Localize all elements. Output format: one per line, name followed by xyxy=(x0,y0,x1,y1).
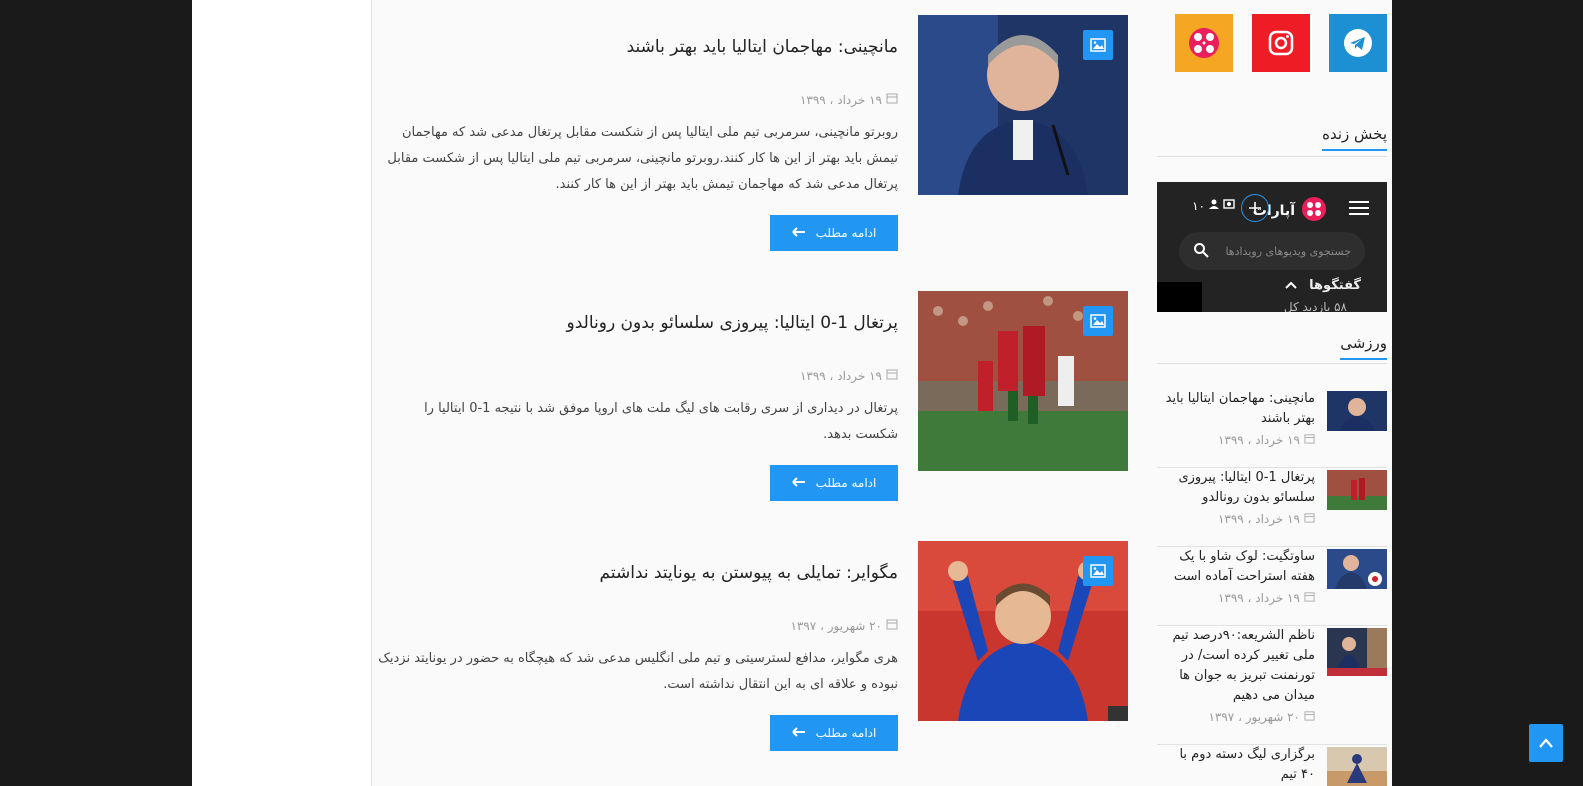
live-widget-title: پخش زنده xyxy=(1322,125,1387,151)
arrow-left-icon xyxy=(791,226,806,240)
list-item[interactable]: برگزاری لیگ دسته دوم با ۴۰ تیم xyxy=(1157,745,1387,786)
post-card: پرتغال 1-0 ایتالیا: پیروزی سلسائو بدون ر… xyxy=(378,291,1128,541)
arrow-left-icon xyxy=(791,726,806,740)
item-thumbnail xyxy=(1327,628,1387,676)
divider xyxy=(1157,156,1387,157)
list-item[interactable]: مانچینی: مهاجمان ایتالیا باید بهتر باشند… xyxy=(1157,389,1387,468)
post-excerpt: هری مگوایر، مدافع لسترسیتی و تیم ملی انگ… xyxy=(378,651,898,692)
instagram-icon xyxy=(1268,30,1294,56)
calendar-icon xyxy=(886,618,898,633)
post-title[interactable]: پرتغال 1-0 ایتالیا: پیروزی سلسائو بدون ر… xyxy=(378,313,898,333)
aparat-logo-icon xyxy=(1301,196,1327,226)
post-title[interactable]: مگوایر: تمایلی به پیوستن به یونایتد نداش… xyxy=(378,563,898,583)
read-more-button[interactable]: ادامه مطلب xyxy=(770,215,898,251)
item-thumbnail xyxy=(1327,470,1387,510)
menu-icon[interactable] xyxy=(1349,200,1369,220)
instagram-link[interactable] xyxy=(1252,14,1310,72)
post-title[interactable]: مانچینی: مهاجمان ایتالیا باید بهتر باشند xyxy=(378,37,898,57)
item-title[interactable]: پرتغال 1-0 ایتالیا: پیروزی سلسائو بدون ر… xyxy=(1165,468,1315,508)
item-title[interactable]: برگزاری لیگ دسته دوم با ۴۰ تیم xyxy=(1165,745,1315,785)
live-search-input[interactable]: جستجوی ویدیوهای رویدادها xyxy=(1179,232,1365,270)
item-date: ۱۹ خرداد ، ۱۳۹۹ xyxy=(1218,591,1315,605)
aparat-icon xyxy=(1189,28,1219,58)
read-more-button[interactable]: ادامه مطلب xyxy=(770,465,898,501)
views-count: ۵۸ بازدید کل xyxy=(1283,300,1347,312)
item-thumbnail xyxy=(1327,391,1387,431)
item-thumbnail xyxy=(1327,549,1387,589)
page: مانچینی: مهاجمان ایتالیا باید بهتر باشند… xyxy=(192,0,1392,786)
counter-label: ۱۰ xyxy=(1192,198,1205,213)
arrow-left-icon xyxy=(791,476,806,490)
item-date: ۱۹ خرداد ، ۱۳۹۹ xyxy=(1218,433,1315,447)
item-date-text: ۱۹ خرداد ، ۱۳۹۹ xyxy=(1217,591,1300,605)
read-more-button[interactable]: ادامه مطلب xyxy=(770,715,898,751)
add-icon[interactable] xyxy=(1241,194,1269,222)
calendar-icon xyxy=(1304,512,1315,526)
post-date-text: ۱۹ خرداد ، ۱۳۹۹ xyxy=(799,92,882,107)
record-icon xyxy=(1223,198,1235,213)
post-excerpt: روبرتو مانچینی، سرمربی تیم ملی ایتالیا پ… xyxy=(387,125,898,192)
aparat-link[interactable] xyxy=(1175,14,1233,72)
post-date: ۲۰ شهریور ، ۱۳۹۷ xyxy=(790,618,898,633)
item-date: ۱۹ خرداد ، ۱۳۹۹ xyxy=(1218,512,1315,526)
calendar-icon xyxy=(1304,710,1315,724)
gallery-icon xyxy=(1083,30,1113,60)
back-to-top-button[interactable] xyxy=(1529,724,1563,762)
left-column xyxy=(192,0,372,786)
gallery-icon xyxy=(1083,556,1113,586)
post-card: مگوایر: تمایلی به پیوستن به یونایتد نداش… xyxy=(378,541,1128,786)
post-date: ۱۹ خرداد ، ۱۳۹۹ xyxy=(800,92,898,107)
list-item[interactable]: پرتغال 1-0 ایتالیا: پیروزی سلسائو بدون ر… xyxy=(1157,468,1387,547)
item-title[interactable]: مانچینی: مهاجمان ایتالیا باید بهتر باشند xyxy=(1165,389,1315,429)
item-title[interactable]: ساوتگیت: لوک شاو با یک هفته استراحت آماد… xyxy=(1165,547,1315,587)
item-date-text: ۲۰ شهریور ، ۱۳۹۷ xyxy=(1208,710,1300,724)
post-card: مانچینی: مهاجمان ایتالیا باید بهتر باشند… xyxy=(378,15,1128,265)
post-date: ۱۹ خرداد ، ۱۳۹۹ xyxy=(800,368,898,383)
calendar-icon xyxy=(1304,591,1315,605)
chevron-up-icon xyxy=(1285,278,1297,293)
gallery-icon xyxy=(1083,306,1113,336)
live-search-placeholder: جستجوی ویدیوهای رویدادها xyxy=(1225,244,1351,258)
calendar-icon xyxy=(886,92,898,107)
item-title[interactable]: ناظم الشریعه:۹۰درصد تیم ملی تغییر کرده ا… xyxy=(1165,626,1315,706)
read-more-label: ادامه مطلب xyxy=(815,726,877,740)
calendar-icon xyxy=(886,368,898,383)
user-icon xyxy=(1208,198,1220,213)
item-date-text: ۱۹ خرداد ، ۱۳۹۹ xyxy=(1217,512,1300,526)
post-image[interactable] xyxy=(918,291,1128,471)
sidebar: پخش زنده آپارات ۱۰ جستجوی ویدیوهای رویدا… xyxy=(1157,0,1387,786)
talks-toggle[interactable]: گفتگوها xyxy=(1285,278,1361,293)
live-player[interactable]: آپارات ۱۰ جستجوی ویدیوهای رویدادها گفتگو… xyxy=(1157,182,1387,312)
calendar-icon xyxy=(1304,433,1315,447)
talks-label: گفتگوها xyxy=(1309,278,1361,293)
telegram-icon xyxy=(1344,29,1372,57)
read-more-label: ادامه مطلب xyxy=(815,226,877,240)
post-excerpt: پرتغال در دیداری از سری رقابت های لیگ مل… xyxy=(424,401,898,442)
divider xyxy=(1157,363,1387,364)
item-date-text: ۱۹ خرداد ، ۱۳۹۹ xyxy=(1217,433,1300,447)
counter-badge: ۱۰ xyxy=(1192,198,1235,213)
list-item[interactable]: ناظم الشریعه:۹۰درصد تیم ملی تغییر کرده ا… xyxy=(1157,626,1387,745)
post-date-text: ۲۰ شهریور ، ۱۳۹۷ xyxy=(790,618,882,633)
post-date-text: ۱۹ خرداد ، ۱۳۹۹ xyxy=(799,368,882,383)
post-image[interactable] xyxy=(918,541,1128,721)
search-icon[interactable] xyxy=(1193,242,1209,261)
chevron-up-icon xyxy=(1539,738,1553,748)
item-thumbnail xyxy=(1327,747,1387,786)
list-item[interactable]: ساوتگیت: لوک شاو با یک هفته استراحت آماد… xyxy=(1157,547,1387,626)
item-date: ۲۰ شهریور ، ۱۳۹۷ xyxy=(1208,710,1315,724)
post-image[interactable] xyxy=(918,15,1128,195)
telegram-link[interactable] xyxy=(1329,14,1387,72)
sports-widget-title: ورزشی xyxy=(1340,334,1387,360)
read-more-label: ادامه مطلب xyxy=(815,476,877,490)
video-frame xyxy=(1157,282,1202,312)
